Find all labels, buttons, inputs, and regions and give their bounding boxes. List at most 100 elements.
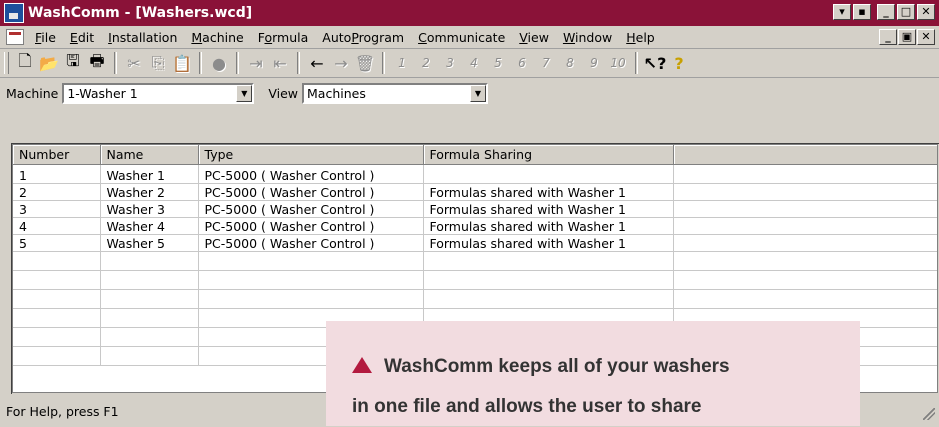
cell-type: PC-5000 ( Washer Control ) bbox=[198, 234, 424, 252]
menu-machine[interactable]: Machine bbox=[184, 30, 250, 45]
view-select[interactable]: Machines ▼ bbox=[302, 82, 488, 104]
callout-line-2: in one file and allows the user to share bbox=[352, 396, 702, 417]
program-8-icon[interactable]: 8 bbox=[558, 52, 582, 74]
paste-icon[interactable]: 📋 bbox=[170, 52, 194, 74]
outdent-icon[interactable]: ⇤ bbox=[268, 52, 292, 74]
cell-number: 3 bbox=[13, 200, 101, 218]
menu-help[interactable]: Help bbox=[619, 30, 662, 45]
title-bar: WashComm - [Washers.wcd] ▾ ▪ _ □ ✕ bbox=[0, 0, 939, 26]
cell-empty bbox=[673, 234, 937, 252]
copy-icon[interactable]: ⎘ bbox=[146, 52, 170, 74]
cell-number: 2 bbox=[13, 183, 101, 201]
program-7-icon[interactable]: 7 bbox=[534, 52, 558, 74]
cut-icon[interactable]: ✂ bbox=[122, 52, 146, 74]
indent-icon[interactable]: ⇥ bbox=[244, 52, 268, 74]
cell-empty bbox=[673, 183, 937, 201]
callout-line-1: WashComm keeps all of your washers bbox=[352, 347, 860, 387]
title-controls: ▾ ▪ _ □ ✕ bbox=[833, 4, 935, 20]
cell-formula-sharing: Formulas shared with Washer 1 bbox=[423, 200, 674, 218]
column-header-number[interactable]: Number bbox=[13, 145, 101, 165]
empty-row bbox=[13, 289, 937, 309]
table-row[interactable]: 3 Washer 3 PC-5000 ( Washer Control ) Fo… bbox=[13, 200, 937, 218]
program-4-icon[interactable]: 4 bbox=[462, 52, 486, 74]
program-1-icon[interactable]: 1 bbox=[390, 52, 414, 74]
cell-name: Washer 3 bbox=[100, 200, 199, 218]
toolbar-separator bbox=[635, 52, 638, 74]
column-header-formula-sharing[interactable]: Formula Sharing bbox=[423, 145, 674, 165]
menu-view[interactable]: View bbox=[512, 30, 556, 45]
save-icon[interactable]: 🖫 bbox=[61, 51, 85, 74]
cell-name: Washer 4 bbox=[100, 217, 199, 235]
window-title: WashComm - [Washers.wcd] bbox=[28, 5, 253, 21]
column-header-type[interactable]: Type bbox=[198, 145, 424, 165]
delete-icon[interactable]: 🗑 bbox=[353, 52, 377, 74]
close-button[interactable]: ✕ bbox=[917, 4, 935, 20]
context-help-icon[interactable]: ↖? bbox=[643, 52, 667, 74]
toolbar-separator bbox=[297, 52, 300, 74]
program-2-icon[interactable]: 2 bbox=[414, 52, 438, 74]
cell-name: Washer 1 bbox=[100, 164, 199, 184]
open-icon[interactable]: 📂 bbox=[37, 52, 61, 74]
mdi-menu-button[interactable]: ▾ bbox=[833, 4, 851, 20]
table-row[interactable]: 4 Washer 4 PC-5000 ( Washer Control ) Fo… bbox=[13, 217, 937, 235]
menu-autoprogram[interactable]: AutoProgram bbox=[315, 30, 411, 45]
table-row[interactable]: 1 Washer 1 PC-5000 ( Washer Control ) bbox=[13, 164, 937, 184]
toolbar-separator bbox=[382, 52, 385, 74]
menu-file[interactable]: File bbox=[28, 30, 63, 45]
empty-row bbox=[13, 270, 937, 290]
program-5-icon[interactable]: 5 bbox=[486, 52, 510, 74]
cell-formula-sharing: Formulas shared with Washer 1 bbox=[423, 183, 674, 201]
chevron-down-icon[interactable]: ▼ bbox=[470, 84, 486, 102]
cell-type: PC-5000 ( Washer Control ) bbox=[198, 183, 424, 201]
chevron-down-icon[interactable]: ▼ bbox=[236, 84, 253, 102]
cell-formula-sharing: Formulas shared with Washer 1 bbox=[423, 217, 674, 235]
new-icon[interactable]: 🗋 bbox=[13, 51, 37, 74]
menu-formula[interactable]: Formula bbox=[251, 30, 316, 45]
cell-formula-sharing: Formulas shared with Washer 1 bbox=[423, 234, 674, 252]
minimize-button[interactable]: _ bbox=[877, 4, 895, 20]
feature-callout: WashComm keeps all of your washers in on… bbox=[326, 321, 860, 426]
doc-close-button[interactable]: ✕ bbox=[917, 29, 935, 45]
table-row[interactable]: 2 Washer 2 PC-5000 ( Washer Control ) Fo… bbox=[13, 183, 937, 201]
menu-communicate[interactable]: Communicate bbox=[411, 30, 512, 45]
mdi-restore-button[interactable]: ▪ bbox=[853, 4, 871, 20]
back-arrow-icon[interactable]: ← bbox=[305, 52, 329, 74]
menu-edit[interactable]: Edit bbox=[63, 30, 101, 45]
document-window-controls: _ ▣ ✕ bbox=[879, 29, 935, 45]
document-icon[interactable] bbox=[6, 29, 24, 45]
stop-icon[interactable]: ● bbox=[207, 52, 231, 74]
triangle-bullet-icon bbox=[352, 357, 372, 373]
app-icon[interactable] bbox=[4, 3, 24, 23]
menu-bar: File Edit Installation Machine Formula A… bbox=[0, 26, 939, 49]
menu-window[interactable]: Window bbox=[556, 30, 619, 45]
cell-empty bbox=[673, 164, 937, 184]
program-9-icon[interactable]: 9 bbox=[582, 52, 606, 74]
program-6-icon[interactable]: 6 bbox=[510, 52, 534, 74]
cell-name: Washer 5 bbox=[100, 234, 199, 252]
program-10-icon[interactable]: 10 bbox=[606, 52, 630, 74]
menu-installation[interactable]: Installation bbox=[101, 30, 184, 45]
print-icon[interactable]: 🖶 bbox=[85, 51, 109, 74]
empty-row bbox=[13, 251, 937, 271]
maximize-button[interactable]: □ bbox=[897, 4, 915, 20]
cell-number: 5 bbox=[13, 234, 101, 252]
doc-minimize-button[interactable]: _ bbox=[879, 29, 897, 45]
cell-type: PC-5000 ( Washer Control ) bbox=[198, 200, 424, 218]
table-row[interactable]: 5 Washer 5 PC-5000 ( Washer Control ) Fo… bbox=[13, 234, 937, 252]
column-header-name[interactable]: Name bbox=[100, 145, 199, 165]
program-3-icon[interactable]: 3 bbox=[438, 52, 462, 74]
resize-grip-icon[interactable] bbox=[923, 408, 935, 420]
toolbar-separator bbox=[236, 52, 239, 74]
filter-bar: Machine 1-Washer 1 ▼ View Machines ▼ bbox=[0, 79, 939, 107]
forward-arrow-icon[interactable]: → bbox=[329, 52, 353, 74]
view-label: View bbox=[268, 85, 298, 101]
doc-restore-button[interactable]: ▣ bbox=[898, 29, 916, 45]
help-icon[interactable]: ? bbox=[667, 52, 691, 74]
status-text: For Help, press F1 bbox=[6, 404, 119, 419]
toolbar-separator bbox=[199, 52, 202, 74]
cell-empty bbox=[673, 200, 937, 218]
toolbar-grip[interactable] bbox=[4, 52, 9, 74]
machine-label: Machine bbox=[6, 85, 59, 101]
cell-number: 1 bbox=[13, 164, 101, 184]
machine-select[interactable]: 1-Washer 1 ▼ bbox=[62, 82, 255, 104]
